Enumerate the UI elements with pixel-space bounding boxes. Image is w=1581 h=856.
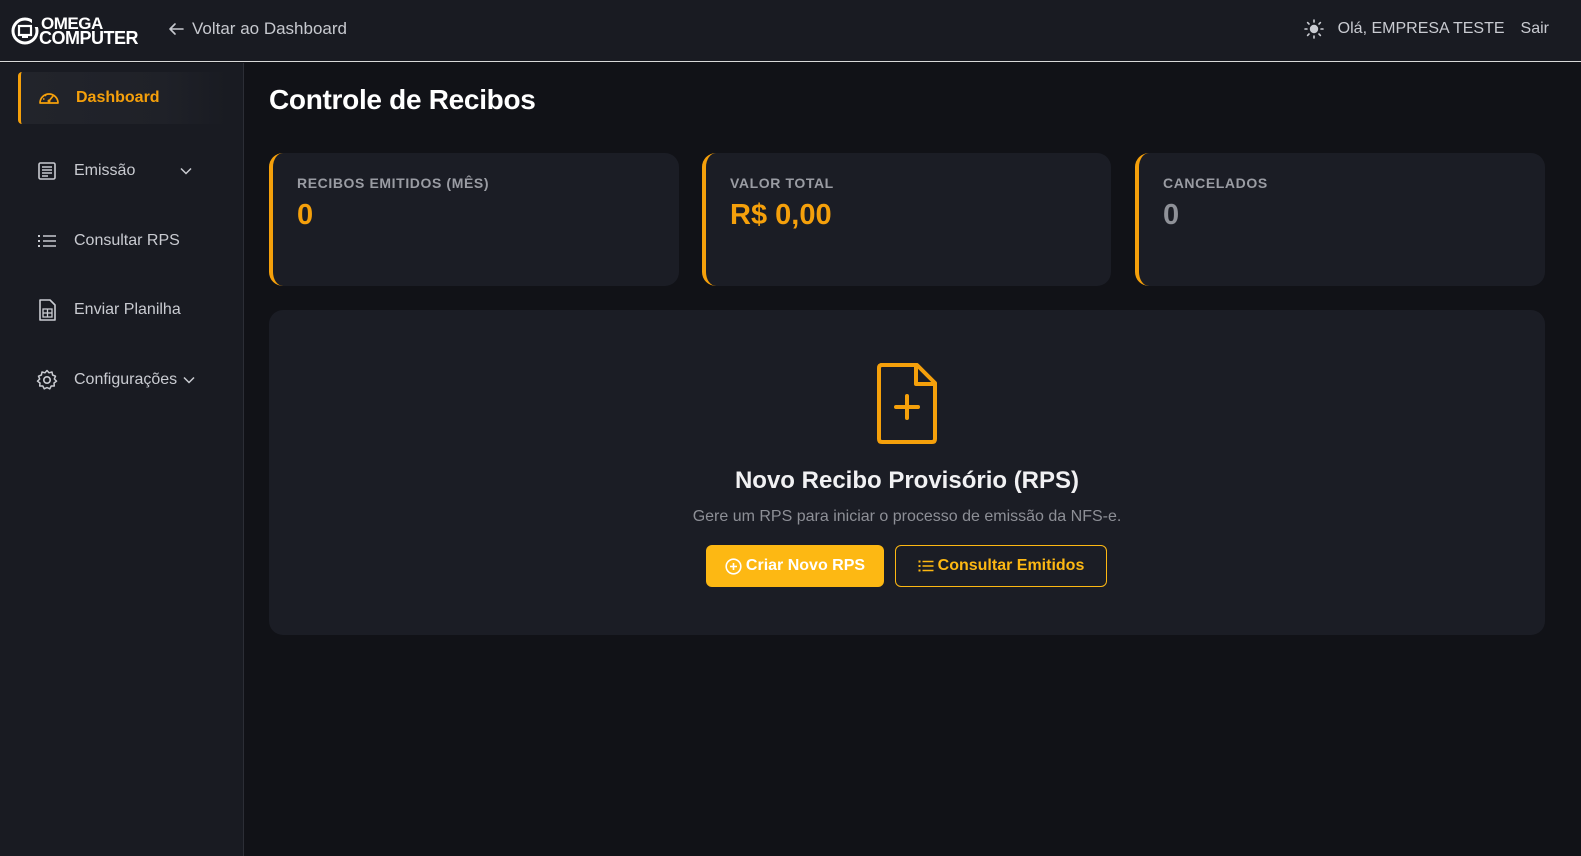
user-greeting: Olá, EMPRESA TESTE bbox=[1337, 20, 1505, 37]
create-rps-button[interactable]: Criar Novo RPS bbox=[706, 545, 884, 587]
list-icon bbox=[918, 560, 934, 572]
sidebar-item-configuracoes[interactable]: Configurações bbox=[18, 354, 226, 406]
sidebar-item-label: Enviar Planilha bbox=[74, 301, 181, 318]
hero-title: Novo Recibo Provisório (RPS) bbox=[734, 467, 1080, 494]
chevron-down-icon bbox=[180, 167, 192, 175]
gear-icon bbox=[36, 369, 58, 391]
logo-mark-icon bbox=[11, 17, 40, 45]
top-bar: OMEGA COMPUTER Voltar ao Dashboard Olá, … bbox=[0, 0, 1581, 62]
sidebar-item-dashboard[interactable]: Dashboard bbox=[18, 72, 226, 124]
sun-icon bbox=[1303, 19, 1324, 39]
logo-line2: COMPUTER bbox=[39, 28, 139, 48]
stat-value: 0 bbox=[297, 199, 314, 231]
sidebar: Dashboard Emissão Consultar RPS Enviar P… bbox=[0, 63, 244, 856]
consult-issued-label: Consultar Emitidos bbox=[937, 557, 1085, 574]
sidebar-item-label: Emissão bbox=[74, 162, 136, 179]
create-rps-label: Criar Novo RPS bbox=[745, 557, 866, 574]
sidebar-item-label: Dashboard bbox=[76, 89, 160, 106]
stat-label: RECIBOS EMITIDOS (MÊS) bbox=[297, 175, 490, 191]
logout-link[interactable]: Sair bbox=[1521, 20, 1549, 38]
sidebar-item-enviar-planilha[interactable]: Enviar Planilha bbox=[18, 284, 226, 336]
file-plus-icon bbox=[877, 363, 937, 444]
theme-toggle[interactable] bbox=[1303, 19, 1324, 39]
hero-subtitle: Gere um RPS para iniciar o processo de e… bbox=[692, 508, 1122, 525]
stat-card-valor-total: VALOR TOTAL R$ 0,00 bbox=[702, 153, 1111, 286]
new-rps-panel: Novo Recibo Provisório (RPS) Gere um RPS… bbox=[269, 310, 1545, 635]
sidebar-item-label: Consultar RPS bbox=[74, 232, 180, 249]
consult-issued-button[interactable]: Consultar Emitidos bbox=[895, 545, 1107, 587]
sidebar-item-emissao[interactable]: Emissão bbox=[18, 145, 226, 197]
stat-card-recibos-emitidos: RECIBOS EMITIDOS (MÊS) 0 bbox=[269, 153, 679, 286]
list-icon bbox=[36, 230, 58, 252]
stat-value: 0 bbox=[1163, 199, 1180, 231]
spreadsheet-icon bbox=[36, 299, 58, 321]
user-area: Olá, EMPRESA TESTE Sair bbox=[1303, 19, 1549, 39]
document-list-icon bbox=[36, 160, 58, 182]
gauge-icon bbox=[38, 87, 60, 109]
omega-computer-logo[interactable]: OMEGA COMPUTER bbox=[10, 14, 146, 48]
logo-text: OMEGA COMPUTER bbox=[39, 15, 139, 48]
arrow-left-icon bbox=[169, 23, 184, 35]
back-to-dashboard-link[interactable]: Voltar ao Dashboard bbox=[168, 19, 347, 39]
stat-label: VALOR TOTAL bbox=[730, 175, 834, 191]
sidebar-item-consultar-rps[interactable]: Consultar RPS bbox=[18, 215, 226, 267]
chevron-down-icon bbox=[183, 376, 195, 384]
plus-circle-icon bbox=[725, 557, 742, 575]
stat-value: R$ 0,00 bbox=[730, 199, 832, 231]
stat-label: CANCELADOS bbox=[1163, 175, 1268, 191]
stat-card-cancelados: CANCELADOS 0 bbox=[1135, 153, 1545, 286]
sidebar-item-label: Configurações bbox=[74, 371, 178, 388]
back-link-label: Voltar ao Dashboard bbox=[192, 19, 347, 38]
page-title: Controle de Recibos bbox=[269, 84, 536, 115]
